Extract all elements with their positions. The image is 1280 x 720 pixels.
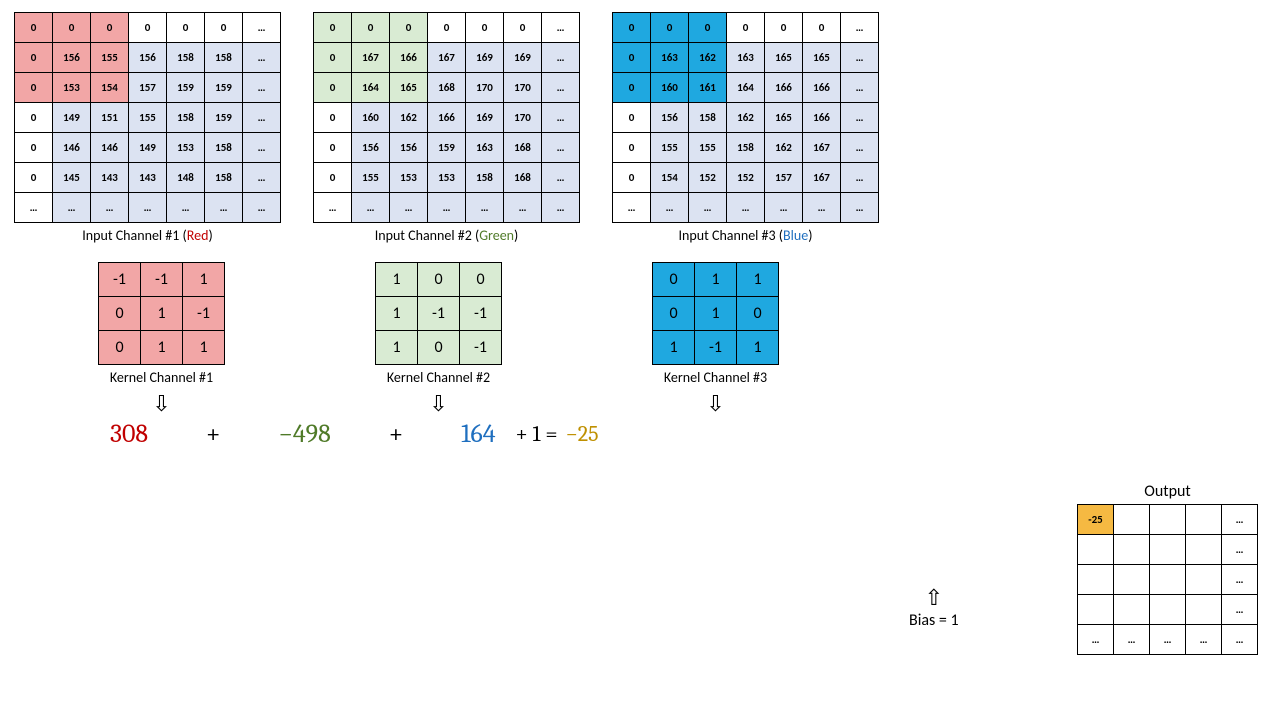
input-channel-green: 000000… 0167166167169169… 01641651681701…	[313, 12, 580, 244]
equation-row: 308 + −498 + 164 + 1 = −25	[14, 419, 1268, 449]
kernel-green: 100 1-1-1 10-1 Kernel Channel #2 ⇩	[375, 262, 502, 417]
input-grid-blue: 000000… 0163162163165165… 01601611641661…	[612, 12, 879, 223]
down-arrow-icon: ⇩	[429, 390, 447, 417]
output-block: Output -25… … … … ……………	[1077, 482, 1258, 655]
kernel-grid-red: -1-11 01-1 011	[98, 262, 225, 365]
bias-label: Bias = 1	[909, 611, 959, 630]
output-title: Output	[1144, 482, 1191, 501]
input-blue-caption: Input Channel #3 (Blue)	[679, 227, 813, 244]
input-channel-red: 000000… 0156155156158158… 01531541571591…	[14, 12, 281, 244]
result: −25	[566, 421, 599, 447]
down-arrow-icon: ⇩	[706, 390, 724, 417]
output-grid: -25… … … … ……………	[1077, 504, 1258, 655]
input-grid-red: 000000… 0156155156158158… 01531541571591…	[14, 12, 281, 223]
plus-sign: +	[331, 419, 461, 449]
down-arrow-icon: ⇩	[152, 390, 170, 417]
kernel-red-caption: Kernel Channel #1	[110, 369, 213, 386]
kernel-red: -1-11 01-1 011 Kernel Channel #1 ⇩	[98, 262, 225, 417]
input-grid-green: 000000… 0167166167169169… 01641651681701…	[313, 12, 580, 223]
sum-green: −498	[278, 419, 330, 449]
bias-block: ⇧ Bias = 1	[909, 584, 959, 630]
sum-blue: 164	[461, 419, 495, 449]
kernel-grid-green: 100 1-1-1 10-1	[375, 262, 502, 365]
input-channel-blue: 000000… 0163162163165165… 01601611641661…	[612, 12, 879, 244]
kernels-row: -1-11 01-1 011 Kernel Channel #1 ⇩ 100 1…	[14, 262, 1268, 417]
kernel-blue: 011 010 1-11 Kernel Channel #3 ⇩	[652, 262, 779, 417]
plus-sign: +	[148, 419, 278, 449]
plus-bias: + 1 =	[496, 421, 566, 447]
input-channels-row: 000000… 0156155156158158… 01531541571591…	[14, 12, 1268, 244]
kernel-grid-blue: 011 010 1-11	[652, 262, 779, 365]
kernel-green-caption: Kernel Channel #2	[387, 369, 490, 386]
kernel-blue-caption: Kernel Channel #3	[664, 369, 767, 386]
sum-red: 308	[110, 419, 148, 449]
input-red-caption: Input Channel #1 (Red)	[82, 227, 212, 244]
input-green-caption: Input Channel #2 (Green)	[375, 227, 519, 244]
up-arrow-icon: ⇧	[925, 584, 943, 611]
